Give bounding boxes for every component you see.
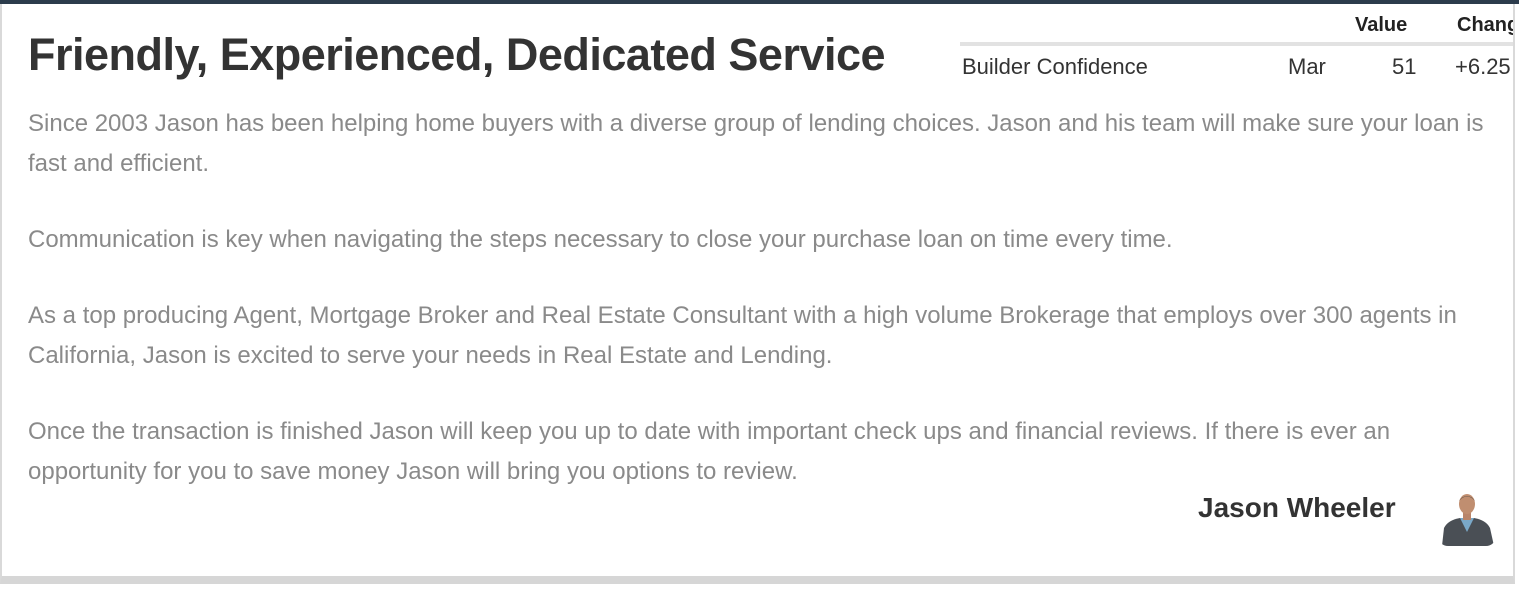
ticker-divider	[960, 42, 1513, 46]
ticker-row-change: +6.25	[1455, 54, 1511, 79]
ticker-row-month: Mar	[1288, 54, 1326, 79]
section-heading: Friendly, Experienced, Dedicated Service	[28, 29, 886, 80]
bio-paragraph-3: As a top producing Agent, Mortgage Broke…	[28, 302, 1457, 369]
ticker-header-value: Value	[1355, 14, 1408, 36]
person-photo-icon	[1438, 488, 1496, 546]
bio-paragraph-4: Once the transaction is finished Jason w…	[28, 418, 1391, 485]
ticker-header-change: Chang	[1457, 14, 1515, 36]
signature-name: Jason Wheeler	[1198, 492, 1396, 523]
ticker-row-value: 51	[1392, 54, 1417, 79]
market-ticker: Value Chang Builder Confidence Mar 51 +6…	[960, 8, 1515, 88]
ticker-row-name[interactable]: Builder Confidence	[962, 54, 1148, 80]
bio-paragraph-2: Communication is key when navigating the…	[28, 226, 1173, 253]
about-panel: Friendly, Experienced, Dedicated Service…	[0, 4, 1515, 584]
bio-paragraph-1: Since 2003 Jason has been helping home b…	[28, 110, 1484, 177]
